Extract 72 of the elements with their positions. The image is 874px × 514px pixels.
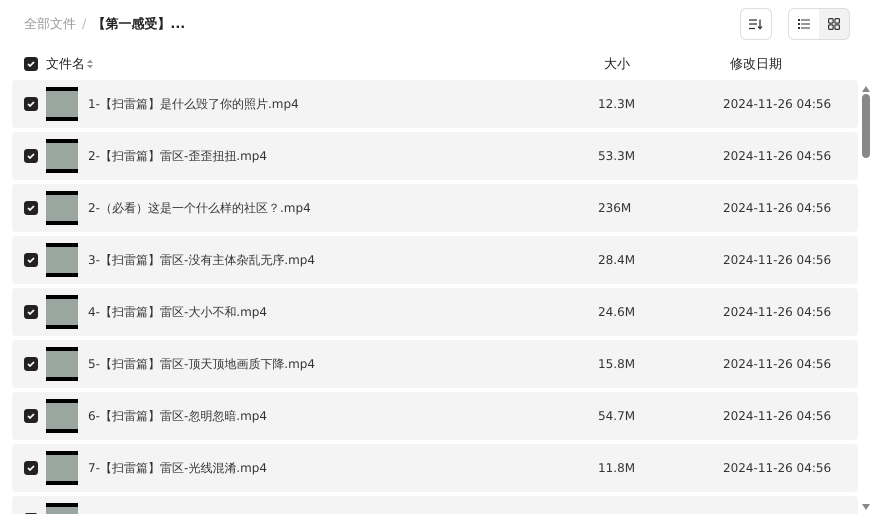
- file-size: 12.3M: [598, 97, 636, 111]
- breadcrumb-separator: /: [82, 16, 86, 32]
- checkbox[interactable]: [24, 149, 38, 163]
- check-icon: [27, 256, 35, 264]
- file-row[interactable]: 6-【扫雷篇】雷区-忽明忽暗.mp4 54.7M 2024-11-26 04:56: [12, 392, 858, 440]
- video-thumbnail-placeholder: [46, 347, 78, 381]
- file-name: 2-（必看）这是一个什么样的社区？.mp4: [88, 200, 312, 216]
- video-thumbnail-placeholder: [46, 139, 78, 173]
- file-size: 11.8M: [598, 461, 636, 475]
- check-icon: [27, 308, 35, 316]
- modified-date: 2024-11-26 04:56: [723, 409, 832, 423]
- file-size: 53.3M: [598, 149, 636, 163]
- checkbox[interactable]: [24, 201, 38, 215]
- video-thumbnail-placeholder: [46, 295, 78, 329]
- file-name: 2-【扫雷篇】雷区-歪歪扭扭.mp4: [88, 148, 268, 164]
- file-row[interactable]: 5-【扫雷篇】雷区-顶天顶地画质下降.mp4 15.8M 2024-11-26 04:56: [12, 340, 858, 388]
- modified-date: 2024-11-26 04:56: [723, 97, 832, 111]
- check-icon: [27, 60, 35, 68]
- checkbox[interactable]: [24, 57, 38, 71]
- sort-arrows-icon[interactable]: [87, 59, 93, 69]
- scrollbar-thumb[interactable]: [862, 94, 870, 158]
- checkbox[interactable]: [24, 409, 38, 423]
- file-row[interactable]: 2-【扫雷篇】雷区-歪歪扭扭.mp4 53.3M 2024-11-26 04:56: [12, 132, 858, 180]
- column-header[interactable]: 修改日期: [730, 55, 782, 73]
- sort-button[interactable]: [740, 8, 772, 40]
- video-thumbnail-placeholder: [46, 87, 78, 121]
- file-size: 54.7M: [598, 409, 636, 423]
- checkbox[interactable]: [24, 253, 38, 267]
- file-name: 1-【扫雷篇】是什么毁了你的照片.mp4: [88, 96, 300, 112]
- list-icon: [798, 19, 810, 29]
- video-thumbnail-placeholder: [46, 451, 78, 485]
- file-row[interactable]: 4-【扫雷篇】雷区-大小不和.mp4 24.6M 2024-11-26 04:56: [12, 288, 858, 336]
- modified-date: 2024-11-26 04:56: [723, 253, 832, 267]
- check-icon: [27, 204, 35, 212]
- file-name: 3-【扫雷篇】雷区-没有主体杂乱无序.mp4: [88, 252, 316, 268]
- modified-date: 2024-11-26 04:56: [723, 149, 832, 163]
- video-thumbnail-placeholder: [46, 243, 78, 277]
- file-size: 15.8M: [598, 357, 636, 371]
- scroll-down-icon[interactable]: [862, 504, 870, 510]
- file-name: 4-【扫雷篇】雷区-大小不和.mp4: [88, 304, 268, 320]
- list-view-button[interactable]: [789, 9, 819, 39]
- file-name: 5-【扫雷篇】雷区-顶天顶地画质下降.mp4: [88, 356, 316, 372]
- check-icon: [27, 100, 35, 108]
- checkbox[interactable]: [24, 461, 38, 475]
- grid-icon: [828, 18, 840, 30]
- column-header[interactable]: 大小: [604, 55, 730, 73]
- file-name: 6-【扫雷篇】雷区-忽明忽暗.mp4: [88, 408, 268, 424]
- video-thumbnail-placeholder: [46, 399, 78, 433]
- file-row[interactable]: 7-【扫雷篇】雷区-光线混淆.mp4 11.8M 2024-11-26 04:56: [12, 444, 858, 492]
- file-size: 24.6M: [598, 305, 636, 319]
- modified-date: 2024-11-26 04:56: [723, 201, 832, 215]
- check-icon: [27, 464, 35, 472]
- sort-icon: [749, 18, 763, 30]
- file-name: 7-【扫雷篇】雷区-光线混淆.mp4: [88, 460, 268, 476]
- video-thumbnail-placeholder: [46, 191, 78, 225]
- check-icon: [27, 412, 35, 420]
- modified-date: 2024-11-26 04:56: [723, 305, 832, 319]
- file-size: 28.4M: [598, 253, 636, 267]
- check-icon: [27, 360, 35, 368]
- modified-date: 2024-11-26 04:56: [723, 461, 832, 475]
- modified-date: 2024-11-26 04:56: [723, 357, 832, 371]
- file-size: 236M: [598, 201, 632, 215]
- file-row[interactable]: 1-【扫雷篇】是什么毁了你的照片.mp4 12.3M 2024-11-26 04:56: [12, 80, 858, 128]
- check-icon: [27, 152, 35, 160]
- checkbox[interactable]: [24, 357, 38, 371]
- scroll-up-icon[interactable]: [862, 86, 870, 92]
- file-row[interactable]: 2-（必看）这是一个什么样的社区？.mp4 236M 2024-11-26 04:56: [12, 184, 858, 232]
- column-header[interactable]: 文件名: [46, 55, 85, 73]
- file-row[interactable]: 3-【扫雷篇】雷区-没有主体杂乱无序.mp4 28.4M 2024-11-26 04:56: [12, 236, 858, 284]
- breadcrumb-current: 【第一感受】...: [92, 16, 186, 33]
- checkbox[interactable]: [24, 305, 38, 319]
- checkbox[interactable]: [24, 97, 38, 111]
